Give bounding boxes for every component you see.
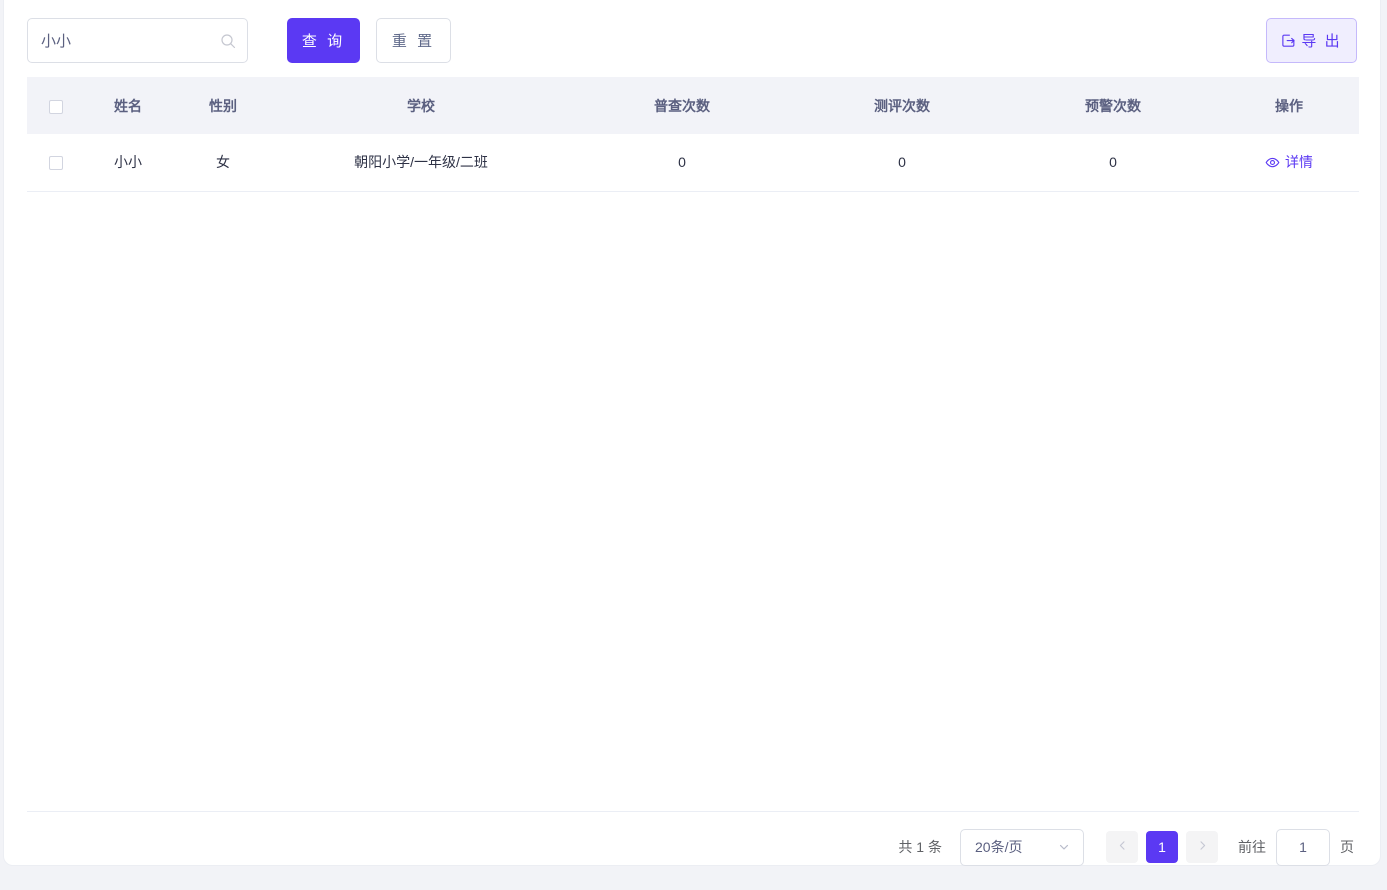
table-header-row: 姓名 性别 学校 普查次数 测评次数 预警次数 操作 bbox=[27, 77, 1359, 134]
chevron-right-icon bbox=[1196, 839, 1209, 855]
select-all-checkbox[interactable] bbox=[49, 99, 63, 114]
search-input[interactable] bbox=[28, 19, 247, 62]
students-table: 姓名 性别 学校 普查次数 测评次数 预警次数 操作 小小 女 朝阳小学/一年级… bbox=[27, 77, 1359, 192]
search-icon bbox=[220, 33, 236, 49]
pagination-jump-label: 前往 bbox=[1238, 839, 1266, 855]
table-body: 小小 女 朝阳小学/一年级/二班 0 0 0 详情 bbox=[27, 134, 1359, 191]
chevron-left-icon bbox=[1116, 839, 1129, 855]
pagination: 共 1 条 20条/页 1 前往 1 页 bbox=[898, 828, 1354, 866]
pagination-jump-input[interactable] bbox=[1276, 828, 1330, 866]
table-cell-assessment-count: 0 bbox=[898, 154, 906, 171]
table-cell-select bbox=[27, 134, 85, 191]
export-button[interactable]: 导 出 bbox=[1266, 18, 1357, 63]
table-header-name: 姓名 bbox=[114, 97, 142, 114]
table-header-warning-count: 预警次数 bbox=[1085, 97, 1141, 114]
query-button[interactable]: 查 询 bbox=[287, 18, 360, 63]
table-cell-action: 详情 bbox=[1219, 134, 1359, 191]
table-header-gender: 性别 bbox=[209, 97, 237, 114]
detail-button-label: 详情 bbox=[1285, 154, 1313, 170]
pagination-divider bbox=[27, 811, 1359, 812]
detail-button[interactable]: 详情 bbox=[1265, 152, 1313, 172]
chevron-down-icon bbox=[1057, 840, 1071, 854]
pagination-jump-suffix: 页 bbox=[1340, 839, 1354, 855]
export-button-label: 导 出 bbox=[1301, 33, 1342, 50]
table-cell-census-count: 0 bbox=[678, 154, 686, 171]
table-header-assessment-count: 测评次数 bbox=[874, 97, 930, 114]
toolbar: 查 询 重 置 导 出 bbox=[27, 18, 1357, 64]
pagination-next-button[interactable] bbox=[1186, 831, 1218, 863]
table-header-census-count: 普查次数 bbox=[654, 97, 710, 114]
pagination-page-1[interactable]: 1 bbox=[1146, 831, 1178, 863]
table-cell-name: 小小 bbox=[114, 154, 142, 171]
table-header-action: 操作 bbox=[1275, 97, 1303, 114]
export-icon bbox=[1281, 33, 1296, 48]
pagination-total: 共 1 条 bbox=[898, 839, 942, 855]
eye-icon bbox=[1265, 155, 1280, 170]
page-size-select[interactable]: 20条/页 bbox=[960, 828, 1084, 866]
reset-button[interactable]: 重 置 bbox=[376, 18, 451, 63]
toolbar-left-group: 查 询 重 置 bbox=[27, 18, 451, 63]
row-checkbox[interactable] bbox=[49, 156, 63, 171]
search-box[interactable] bbox=[27, 18, 248, 63]
table-header-select-all bbox=[27, 77, 85, 134]
table-cell-warning-count: 0 bbox=[1109, 154, 1117, 171]
table-row[interactable]: 小小 女 朝阳小学/一年级/二班 0 0 0 详情 bbox=[27, 134, 1359, 191]
table-container: 姓名 性别 学校 普查次数 测评次数 预警次数 操作 小小 女 朝阳小学/一年级… bbox=[27, 77, 1359, 192]
page-size-value: 20条/页 bbox=[975, 839, 1023, 855]
table-cell-gender: 女 bbox=[216, 154, 230, 171]
table-header-school: 学校 bbox=[407, 97, 435, 114]
pagination-prev-button[interactable] bbox=[1106, 831, 1138, 863]
table-cell-school: 朝阳小学/一年级/二班 bbox=[354, 154, 488, 171]
page-card: 查 询 重 置 导 出 姓名 性别 bbox=[3, 0, 1381, 866]
table-head: 姓名 性别 学校 普查次数 测评次数 预警次数 操作 bbox=[27, 77, 1359, 134]
